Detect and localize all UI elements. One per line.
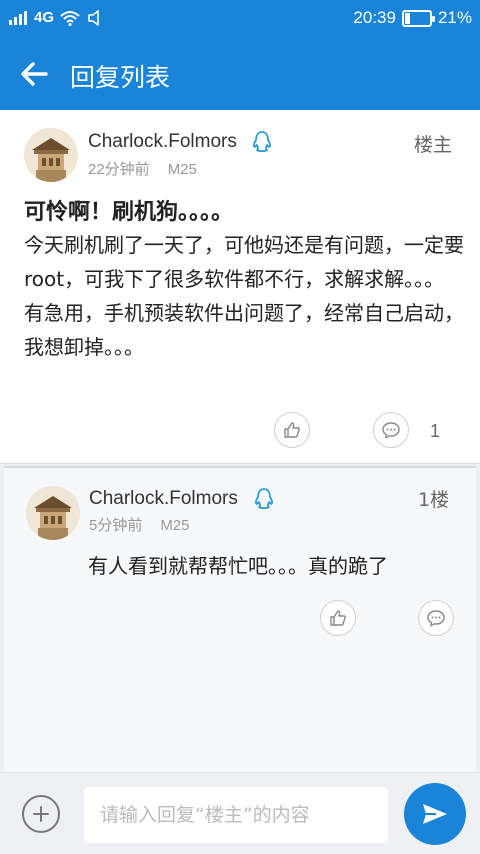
post-time: 22分钟前 (88, 161, 150, 178)
floor-label: 1楼 (418, 489, 450, 511)
thumbs-up-icon (284, 422, 300, 438)
reply-composer (0, 772, 480, 854)
comment-button[interactable] (373, 412, 409, 448)
paper-plane-icon (423, 804, 447, 824)
floor-label: 楼主 (414, 134, 453, 156)
like-button[interactable] (320, 600, 356, 636)
volume-mute-icon (88, 9, 99, 26)
reply-author[interactable]: Charlock.Folmors (89, 488, 238, 510)
like-button[interactable] (274, 412, 310, 448)
signal-icon (9, 10, 27, 25)
reply-device: M25 (160, 517, 190, 534)
plus-icon (33, 806, 49, 822)
comment-bubble-icon (382, 422, 400, 439)
back-button[interactable] (14, 54, 54, 94)
tower-avatar-icon (26, 486, 80, 540)
avatar[interactable] (24, 128, 78, 182)
add-attachment-button[interactable] (22, 795, 60, 833)
comment-button[interactable] (418, 600, 454, 636)
tower-avatar-icon (24, 128, 78, 182)
thumbs-up-icon (330, 610, 346, 626)
post-meta: 22分钟前 M25 (88, 158, 197, 179)
battery-icon (401, 9, 435, 27)
reply-input[interactable] (84, 787, 388, 843)
battery-percent: 21% (437, 8, 472, 27)
clock: 20:39 (353, 8, 396, 27)
send-button[interactable] (404, 783, 466, 845)
network-type: 4G (34, 9, 55, 26)
qq-penguin-icon (253, 131, 271, 153)
reply-time: 5分钟前 (89, 517, 143, 534)
reply-body: 有人看到就帮帮忙吧。。。真的跪了 (88, 554, 388, 578)
post-device: M25 (167, 161, 197, 178)
reply-count: 1 (430, 421, 441, 441)
comment-bubble-icon (427, 610, 445, 627)
avatar[interactable] (26, 486, 80, 540)
status-bar: 4G 20:39 21% (0, 0, 480, 38)
qq-penguin-icon (255, 488, 273, 510)
reply-item: Charlock.Folmors 5分钟前 M25 1楼 有人看到就帮帮忙吧。。。… (4, 466, 476, 772)
post-author[interactable]: Charlock.Folmors (88, 131, 237, 153)
page-title: 回复列表 (70, 63, 171, 92)
post-title: 可怜啊！刷机狗。。。。 (24, 200, 234, 225)
post-body: 今天刷机刷了一天了，可他妈还是有问题，一定要root，可我下了很多软件都不行，求… (24, 233, 464, 359)
wifi-icon (60, 10, 80, 26)
reply-meta: 5分钟前 M25 (89, 514, 190, 535)
original-post: Charlock.Folmors 22分钟前 M25 楼主 可怜啊！刷机狗。。。。… (0, 110, 480, 464)
arrow-left-icon (21, 62, 48, 86)
app-bar: 回复列表 (0, 38, 480, 110)
